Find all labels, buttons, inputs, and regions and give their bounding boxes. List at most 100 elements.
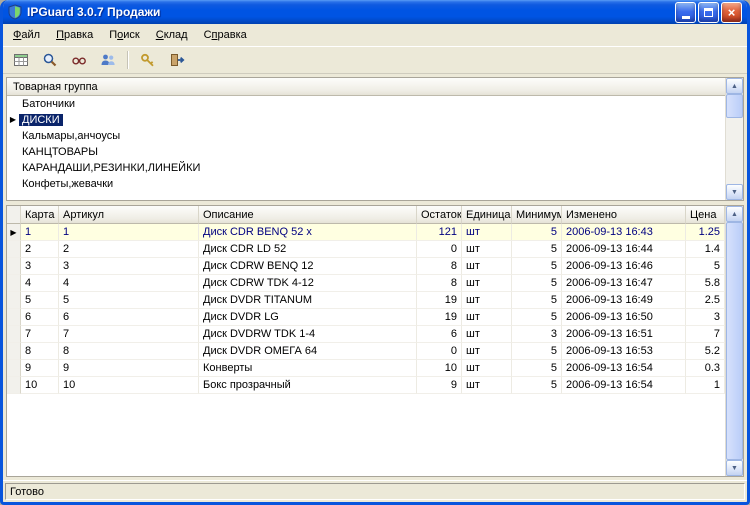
table-button[interactable] [8,48,34,72]
cell-artikul: 8 [59,343,199,360]
cell-tsena: 1 [686,377,725,394]
users-icon [101,54,115,65]
grid-scrollbar[interactable]: ▲ ▼ [725,206,743,476]
eye-icon [72,57,86,65]
table-row[interactable]: 4 4 Диск CDRW TDK 4-12 8 шт 5 2006-09-13 16:47… [7,275,725,292]
group-row[interactable]: КАРАНДАШИ,РЕЗИНКИ,ЛИНЕЙКИ [7,160,725,176]
row-indicator-cell [7,377,21,394]
maximize-icon [704,7,713,17]
minimize-button[interactable] [675,1,696,23]
view-button[interactable] [66,48,92,72]
cell-ostatok: 8 [417,258,462,275]
users-button[interactable] [95,48,121,72]
titlebar[interactable]: IPGuard 3.0.7 Продажи × [3,0,747,24]
table-row[interactable]: 10 10 Бокс прозрачный 9 шт 5 2006-09-13 16:54 1 [7,377,725,394]
grid-scroll-track[interactable] [726,222,743,460]
cell-tsena: 0.3 [686,360,725,377]
column-header-izmeneno[interactable]: Изменено [562,206,686,224]
maximize-button[interactable] [698,1,719,23]
exit-button[interactable] [164,48,190,72]
group-label: Конфеты,жевачки [22,178,114,190]
table-row[interactable]: 7 7 Диск DVDRW TDK 1-4 6 шт 3 2006-09-13 16:51… [7,326,725,343]
row-indicator-cell [7,360,21,377]
menu-item[interactable]: Склад [148,27,196,43]
cell-izmeneno: 2006-09-13 16:49 [562,292,686,309]
scroll-up-icon[interactable]: ▲ [726,78,743,94]
cell-izmeneno: 2006-09-13 16:44 [562,241,686,258]
key-button[interactable] [135,48,161,72]
group-scrollbar[interactable]: ▲ ▼ [725,78,743,200]
menu-item[interactable]: Справка [196,27,255,43]
column-header-edinitsa[interactable]: Единица [462,206,512,224]
cell-artikul: 5 [59,292,199,309]
group-header[interactable]: Товарная группа [7,78,725,96]
column-header-ostatok[interactable]: Остаток [417,206,462,224]
scroll-up-icon[interactable]: ▲ [726,206,743,222]
column-header-minimum[interactable]: Минимум [512,206,562,224]
table-row[interactable]: 2 2 Диск CDR LD 52 0 шт 5 2006-09-13 16:44 1.4 [7,241,725,258]
cell-izmeneno: 2006-09-13 16:43 [562,224,686,241]
grid-scroll-thumb[interactable] [726,222,743,460]
cell-minimum: 5 [512,377,562,394]
cell-minimum: 3 [512,326,562,343]
group-row[interactable]: Батончики [7,96,725,112]
group-row[interactable]: КАНЦТОВАРЫ [7,144,725,160]
table-row[interactable]: 9 9 Конверты 10 шт 5 2006-09-13 16:54 0.3 [7,360,725,377]
cell-opisanie: Диск CDRW BENQ 12 [199,258,417,275]
cell-izmeneno: 2006-09-13 16:50 [562,309,686,326]
group-scroll-thumb[interactable] [726,94,743,118]
cell-minimum: 5 [512,241,562,258]
cell-edinitsa: шт [462,360,512,377]
menu-item[interactable]: Поиск [101,27,148,43]
app-icon [7,4,23,20]
key-icon [141,53,154,67]
column-header-karta[interactable]: Карта [21,206,59,224]
cell-karta: 9 [21,360,59,377]
group-row[interactable]: Кальмары,анчоусы [7,128,725,144]
table-row[interactable]: ▶ 1 1 Диск CDR BENQ 52 x 121 шт 5 2006-09-13 16… [7,224,725,241]
cell-ostatok: 9 [417,377,462,394]
menu-item[interactable]: Правка [48,27,101,43]
column-header-artikul[interactable]: Артикул [59,206,199,224]
cell-opisanie: Диск CDR BENQ 52 x [199,224,417,241]
cell-artikul: 10 [59,377,199,394]
table-row[interactable]: 6 6 Диск DVDR LG 19 шт 5 2006-09-13 16:50 3 [7,309,725,326]
scroll-down-icon[interactable]: ▼ [726,460,743,476]
cell-minimum: 5 [512,343,562,360]
menu-item[interactable]: Файл [5,27,48,43]
column-header-tsena[interactable]: Цена [686,206,725,224]
cell-izmeneno: 2006-09-13 16:54 [562,377,686,394]
group-scroll-track[interactable] [726,94,743,184]
table-row[interactable]: 5 5 Диск DVDR TITANUM 19 шт 5 2006-09-13 16:49… [7,292,725,309]
cell-edinitsa: шт [462,377,512,394]
group-row[interactable]: ▶ ДИСКИ [7,112,725,128]
client-area: Товарная группа Батончики ▶ ДИСКИ Кальмары,… [3,74,747,480]
cell-edinitsa: шт [462,343,512,360]
close-icon: × [727,4,736,20]
search-button[interactable] [37,48,63,72]
group-row[interactable]: Конфеты,жевачки [7,176,725,192]
group-label: Батончики [22,98,76,110]
row-indicator-cell [7,275,21,292]
cell-karta: 6 [21,309,59,326]
grid-body: ▶ 1 1 Диск CDR BENQ 52 x 121 шт 5 2006-09-13 16… [7,224,725,476]
table-row[interactable]: 3 3 Диск CDRW BENQ 12 8 шт 5 2006-09-13 16:46 5 [7,258,725,275]
cell-ostatok: 19 [417,292,462,309]
cell-opisanie: Диск DVDR ОМЕГА 64 [199,343,417,360]
window-title: IPGuard 3.0.7 Продажи [27,5,161,19]
cell-karta: 2 [21,241,59,258]
table-row[interactable]: 8 8 Диск DVDR ОМЕГА 64 0 шт 5 2006-09-13 16:53… [7,343,725,360]
scroll-down-icon[interactable]: ▼ [726,184,743,200]
cell-artikul: 2 [59,241,199,258]
search-icon [43,53,57,67]
column-header-opisanie[interactable]: Описание [199,206,417,224]
grid-header-row: Карта Артикул Описание Остаток Единица Миниму… [7,206,725,224]
cell-opisanie: Конверты [199,360,417,377]
cell-ostatok: 0 [417,343,462,360]
group-list: Батончики ▶ ДИСКИ Кальмары,анчоусы КАНЦТОВАР… [7,96,725,200]
group-label: КАРАНДАШИ,РЕЗИНКИ,ЛИНЕЙКИ [22,162,201,174]
cell-tsena: 7 [686,326,725,343]
cell-karta: 10 [21,377,59,394]
cell-ostatok: 0 [417,241,462,258]
close-button[interactable]: × [721,1,742,23]
